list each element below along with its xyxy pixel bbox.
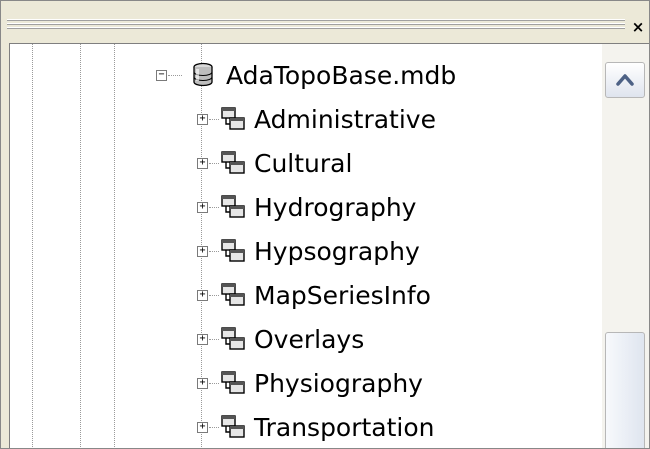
- plus-icon: +: [199, 201, 206, 212]
- dock-titlebar[interactable]: ×: [5, 13, 649, 43]
- expand-toggle[interactable]: +: [197, 246, 208, 257]
- catalog-tree[interactable]: − AdaTopoBase.mdb + Administrative + Cultur…: [9, 43, 649, 448]
- expand-toggle[interactable]: +: [197, 378, 208, 389]
- tree-node-root[interactable]: − AdaTopoBase.mdb: [10, 58, 590, 94]
- expand-toggle[interactable]: +: [197, 158, 208, 169]
- tree-node-dataset[interactable]: + Physiography: [10, 366, 590, 402]
- plus-icon: +: [199, 421, 206, 432]
- feature-dataset-icon: [221, 107, 245, 130]
- tree-node-dataset[interactable]: + MapSeriesInfo: [10, 278, 590, 314]
- plus-icon: +: [199, 289, 206, 300]
- plus-icon: +: [199, 377, 206, 388]
- tree-node-label: Transportation: [254, 413, 435, 442]
- plus-icon: +: [199, 113, 206, 124]
- feature-dataset-icon: [221, 239, 245, 262]
- feature-dataset-icon: [221, 415, 245, 438]
- tree-node-dataset[interactable]: + Administrative: [10, 102, 590, 138]
- plus-icon: +: [199, 333, 206, 344]
- tree-node-dataset[interactable]: + Transportation: [10, 410, 590, 446]
- expand-toggle[interactable]: +: [197, 422, 208, 433]
- feature-dataset-icon: [221, 283, 245, 306]
- expand-toggle[interactable]: +: [197, 114, 208, 125]
- vertical-scrollbar[interactable]: [602, 44, 649, 448]
- feature-dataset-icon: [221, 151, 245, 174]
- tree-node-label: MapSeriesInfo: [254, 281, 431, 310]
- collapse-toggle[interactable]: −: [156, 70, 167, 81]
- minus-icon: −: [158, 69, 165, 80]
- tree-node-label: Overlays: [254, 325, 365, 354]
- database-icon: [193, 62, 213, 87]
- up-arrow-icon: [616, 74, 634, 86]
- tree-node-label: Cultural: [254, 149, 353, 178]
- tree-node-label: Administrative: [254, 105, 436, 134]
- close-icon: ×: [631, 18, 645, 36]
- expand-toggle[interactable]: +: [197, 290, 208, 301]
- tree-node-dataset[interactable]: + Overlays: [10, 322, 590, 358]
- feature-dataset-icon: [221, 195, 245, 218]
- tree-node-label: AdaTopoBase.mdb: [226, 61, 457, 90]
- tree-node-label: Hydrography: [254, 193, 417, 222]
- feature-dataset-icon: [221, 327, 245, 350]
- tree-node-label: Hypsography: [254, 237, 420, 266]
- catalog-window: × − AdaTopoBase.mdb + Administrative + Cult…: [0, 0, 650, 449]
- tree-node-dataset[interactable]: + Hypsography: [10, 234, 590, 270]
- scroll-up-button[interactable]: [605, 62, 645, 98]
- plus-icon: +: [199, 245, 206, 256]
- close-button[interactable]: ×: [630, 19, 646, 35]
- tree-node-dataset[interactable]: + Cultural: [10, 146, 590, 182]
- feature-dataset-icon: [221, 371, 245, 394]
- plus-icon: +: [199, 157, 206, 168]
- expand-toggle[interactable]: +: [197, 334, 208, 345]
- drag-grip[interactable]: [7, 19, 625, 31]
- tree-node-label: Physiography: [254, 369, 423, 398]
- scroll-thumb[interactable]: [605, 332, 645, 448]
- tree-node-dataset[interactable]: + Hydrography: [10, 190, 590, 226]
- expand-toggle[interactable]: +: [197, 202, 208, 213]
